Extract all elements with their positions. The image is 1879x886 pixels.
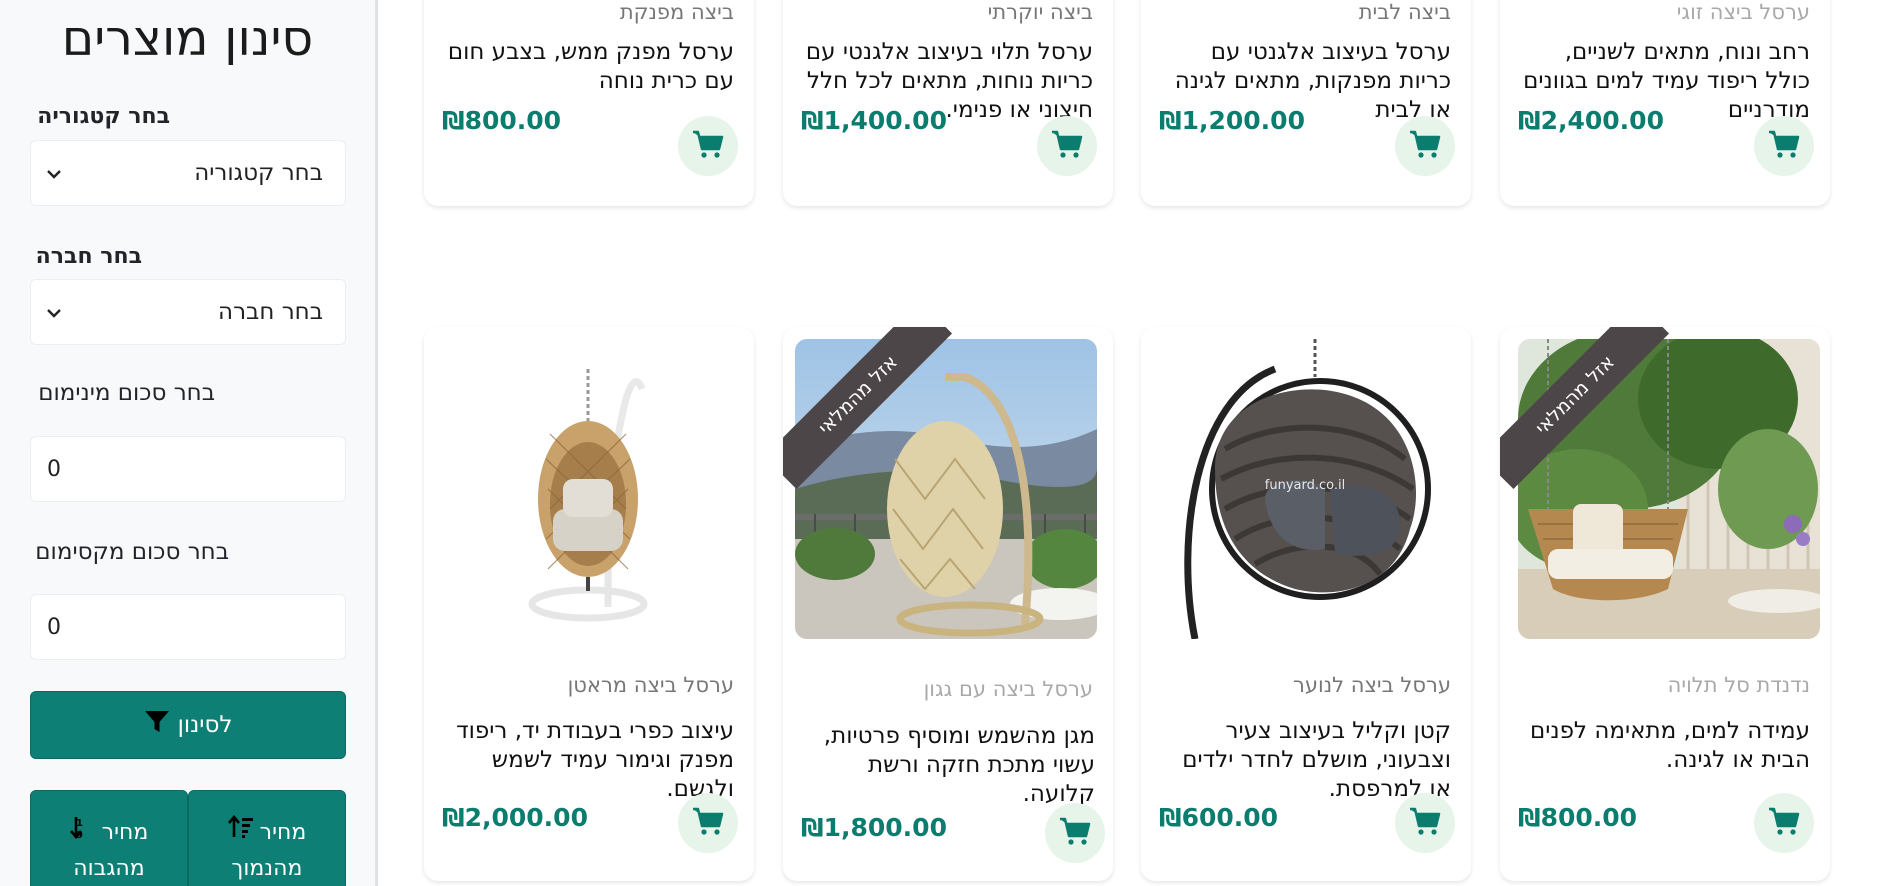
product-price: ₪2,000.00 (442, 803, 588, 832)
max-amount-label: בחר סכום מקסימום (35, 539, 229, 565)
product-subtitle: ערסל ביצה מראטן (567, 673, 734, 697)
product-card[interactable]: אזל מהמלאי ערסל ביצה עם גגון מגן מהשמש ו… (783, 327, 1113, 881)
product-description: קטן וקליל בעיצוב צעיר וצבעוני, מושלם לחד… (1182, 718, 1451, 802)
add-to-cart-button[interactable] (1754, 116, 1814, 176)
cart-icon (692, 129, 724, 163)
cart-icon (692, 806, 724, 840)
cart-icon (1768, 129, 1800, 163)
add-to-cart-button[interactable] (678, 116, 738, 176)
filter-icon (144, 710, 170, 740)
svg-text:9: 9 (76, 830, 83, 839)
watermark-text: funyard.co.il (1265, 478, 1345, 493)
add-to-cart-button[interactable] (1037, 116, 1097, 176)
product-image[interactable]: funyard.co.il (1155, 339, 1457, 639)
cart-icon (1409, 129, 1441, 163)
chevron-down-icon (47, 163, 61, 184)
filter-button[interactable]: לסינון (30, 691, 346, 759)
add-to-cart-button[interactable] (1395, 116, 1455, 176)
product-subtitle: ביצה מפנקת (619, 0, 734, 24)
category-select-value: בחר קטגוריה (194, 160, 323, 186)
sort-descending-icon: 19 (69, 815, 96, 851)
add-to-cart-button[interactable] (678, 793, 738, 853)
product-price: ₪1,800.00 (801, 813, 947, 842)
add-to-cart-button[interactable] (1754, 793, 1814, 853)
add-to-cart-button[interactable] (1045, 803, 1105, 863)
category-label: בחר קטגוריה (37, 104, 170, 129)
product-card[interactable]: ערסל ביצה מראטן עיצוב כפרי בעבודת יד, רי… (424, 327, 754, 881)
product-image[interactable] (438, 339, 740, 639)
product-card[interactable]: ביצה מפנקת ערסל מפנק ממש, בצבע חום עם כר… (424, 0, 754, 206)
cart-icon (1059, 816, 1091, 850)
add-to-cart-button[interactable] (1395, 793, 1455, 853)
product-description: מגן מהשמש ומוסיף פרטיות, עשוי מתכת חזקה … (823, 723, 1095, 807)
product-card[interactable]: אזל מהמלאי נדנדת סל תלויה עמידה למים, מת… (1500, 327, 1830, 881)
sort-price-desc-button[interactable]: מחיר 19 מהגבוה (30, 790, 188, 886)
sort-ascending-icon (227, 814, 254, 851)
sort-desc-line2: מהגבוה (73, 856, 145, 881)
product-card[interactable]: ביצה לבית ערסל בעיצוב אלגנטי עם כריות מפ… (1141, 0, 1471, 206)
company-select-value: בחר חברה (218, 299, 323, 325)
min-amount-label: בחר סכום מינימום (38, 380, 215, 406)
category-select[interactable]: בחר קטגוריה (30, 140, 346, 206)
product-description: עיצוב כפרי בעבודת יד, ריפוד מפנק וגימור … (456, 718, 734, 802)
product-subtitle: ערסל ביצה לנוער (1293, 673, 1451, 697)
company-label: בחר חברה (35, 244, 142, 269)
chevron-down-icon (47, 302, 61, 323)
product-price: ₪1,200.00 (1159, 106, 1305, 135)
product-price: ₪800.00 (442, 106, 562, 135)
product-description: עמידה למים, מתאימה לפנים הבית או לגינה. (1529, 718, 1810, 773)
sort-price-asc-button[interactable]: מחיר מהנמוך (188, 790, 346, 886)
cart-icon (1051, 129, 1083, 163)
product-subtitle: ערסל ביצה עם גגון (923, 677, 1093, 701)
product-subtitle: ערסל ביצה זוגי (1676, 0, 1810, 24)
sort-desc-line1: מחיר 19 (31, 815, 187, 851)
product-price: ₪600.00 (1159, 803, 1279, 832)
cart-icon (1409, 806, 1441, 840)
svg-text:1: 1 (76, 818, 83, 829)
product-card[interactable]: ביצה יוקרתי ערסל תלוי בעיצוב אלגנטי עם כ… (783, 0, 1113, 206)
sort-asc-line2: מהנמוך (231, 856, 303, 881)
product-description: ערסל מפנק ממש, בצבע חום עם כרית נוחה (447, 39, 734, 94)
sidebar-title: סינון מוצרים (61, 10, 314, 67)
max-amount-input[interactable] (30, 594, 346, 660)
sort-asc-line1: מחיר (189, 814, 345, 851)
filter-sidebar: סינון מוצרים בחר קטגוריה בחר קטגוריה בחר… (0, 0, 378, 886)
product-card[interactable]: funyard.co.il ערסל ביצה לנוער קטן וקליל … (1141, 327, 1471, 881)
product-subtitle: ביצה לבית (1358, 0, 1451, 24)
min-amount-input[interactable] (30, 436, 346, 502)
company-select[interactable]: בחר חברה (30, 279, 346, 345)
product-card[interactable]: ערסל ביצה זוגי רחב ונוח, מתאים לשניים, כ… (1500, 0, 1830, 206)
product-subtitle: נדנדת סל תלויה (1667, 673, 1810, 697)
product-price: ₪800.00 (1518, 803, 1638, 832)
product-price: ₪2,400.00 (1518, 106, 1664, 135)
cart-icon (1768, 806, 1800, 840)
filter-button-label: לסינון (177, 712, 233, 738)
product-price: ₪1,400.00 (801, 106, 947, 135)
product-subtitle: ביצה יוקרתי (987, 0, 1093, 24)
